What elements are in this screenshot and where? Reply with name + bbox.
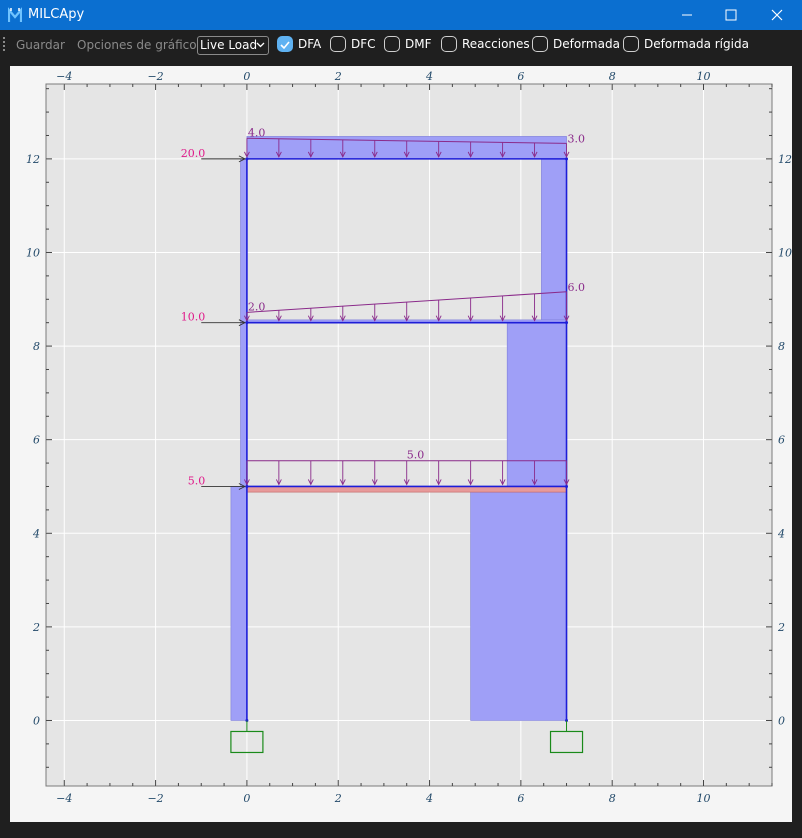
close-button[interactable] [754,0,800,30]
tick-label-x-top: 6 [517,70,524,83]
chart-options-button[interactable]: Opciones de gráfico [77,38,197,52]
checkbox-deformada-label: Deformada [553,37,620,51]
tick-label-x-top: 2 [334,70,342,83]
checkbox-dmf-box[interactable] [384,36,400,52]
checkbox-deformada-rigida-label: Deformada rígida [644,37,749,51]
axial-diagram-left-column-2 [240,322,248,487]
checkmark-icon [280,41,290,50]
tick-label-y-right: 6 [778,434,785,447]
checkbox-deformada-box[interactable] [532,36,548,52]
tick-label-x-bottom: 10 [697,792,711,805]
checkbox-dfc-box[interactable] [330,36,346,52]
tick-label-y-left: 4 [32,527,40,540]
save-button[interactable]: Guardar [16,38,65,52]
tick-label-x-bottom: 8 [609,792,616,805]
load-case-select[interactable]: Live Load [197,36,269,55]
load-case-value: Live Load [200,38,258,52]
tick-label-y-right: 4 [777,527,785,540]
load-label-end: 3.0 [568,132,586,145]
checkbox-reacciones-label: Reacciones [462,37,530,51]
close-icon [771,9,783,21]
tick-label-x-top: −4 [56,70,72,83]
chevron-down-icon [256,42,265,48]
point-load-label: 20.0 [181,147,206,160]
plot-area [45,83,773,787]
checkbox-deformada-rigida-box[interactable] [623,36,639,52]
tick-label-x-bottom: 2 [334,792,342,805]
checkbox-reacciones-box[interactable] [441,36,457,52]
checkbox-dmf-label: DMF [405,37,432,51]
tick-label-x-bottom: 0 [243,792,250,805]
load-label-start: 4.0 [248,126,265,139]
tick-label-y-right: 2 [777,621,785,634]
maximize-button[interactable] [708,0,754,30]
load-label: 5.0 [407,449,425,462]
tick-label-x-top: −2 [147,70,163,83]
axial-diagram-right-column-3 [541,158,567,323]
axial-diagram-right-column-2 [506,322,567,487]
tick-label-y-right: 0 [778,714,785,727]
tick-label-x-top: 0 [243,70,250,83]
title-bar: MILCApy [0,0,802,30]
load-label-start: 2.0 [248,300,265,313]
axial-diagram-right-column-1 [470,486,567,721]
tick-label-y-left: 12 [26,153,40,166]
axial-diagram-left-column-1 [230,486,248,721]
tick-label-y-right: 8 [778,340,785,353]
milca-logo-icon [8,7,22,22]
tick-label-x-top: 4 [425,70,433,83]
tick-label-x-top: 10 [697,70,711,83]
tick-label-y-left: 6 [33,434,40,447]
tick-label-y-right: 12 [778,153,792,166]
axial-diagram-left-column-3 [240,158,248,323]
window-title: MILCApy [28,7,85,22]
point-load-label: 10.0 [181,311,206,324]
tick-label-x-bottom: 4 [425,792,433,805]
minimize-icon [682,14,692,16]
axial-diagram-beam-1 [246,486,567,493]
checkbox-dfa-box[interactable] [277,36,293,52]
toolbar-grip-icon[interactable] [3,37,6,53]
minimize-button[interactable] [664,0,710,30]
frame-plot[interactable]: −4 −4 −2 −2 0 0 2 2 4 4 6 6 8 8 10 10 0 0 2 2 4 4 6 6 8 8 10 10 12 12… [10,66,792,822]
load-label-end: 6.0 [568,281,586,294]
tick-label-x-bottom: −2 [147,792,163,805]
tick-label-y-left: 2 [32,621,40,634]
tick-label-x-bottom: −4 [56,792,72,805]
point-load-label: 5.0 [188,474,206,487]
checkbox-dfc-label: DFC [351,37,376,51]
maximize-icon [725,9,737,21]
tick-label-y-left: 0 [33,714,40,727]
tick-label-x-bottom: 6 [517,792,524,805]
tick-label-y-right: 10 [778,246,792,259]
tick-label-x-top: 8 [609,70,616,83]
checkbox-dfa-label: DFA [298,37,322,51]
plot-canvas[interactable]: −4 −4 −2 −2 0 0 2 2 4 4 6 6 8 8 10 10 0 0 2 2 4 4 6 6 8 8 10 10 12 12… [10,66,792,822]
tick-label-y-left: 8 [33,340,40,353]
tick-label-y-left: 10 [26,246,40,259]
